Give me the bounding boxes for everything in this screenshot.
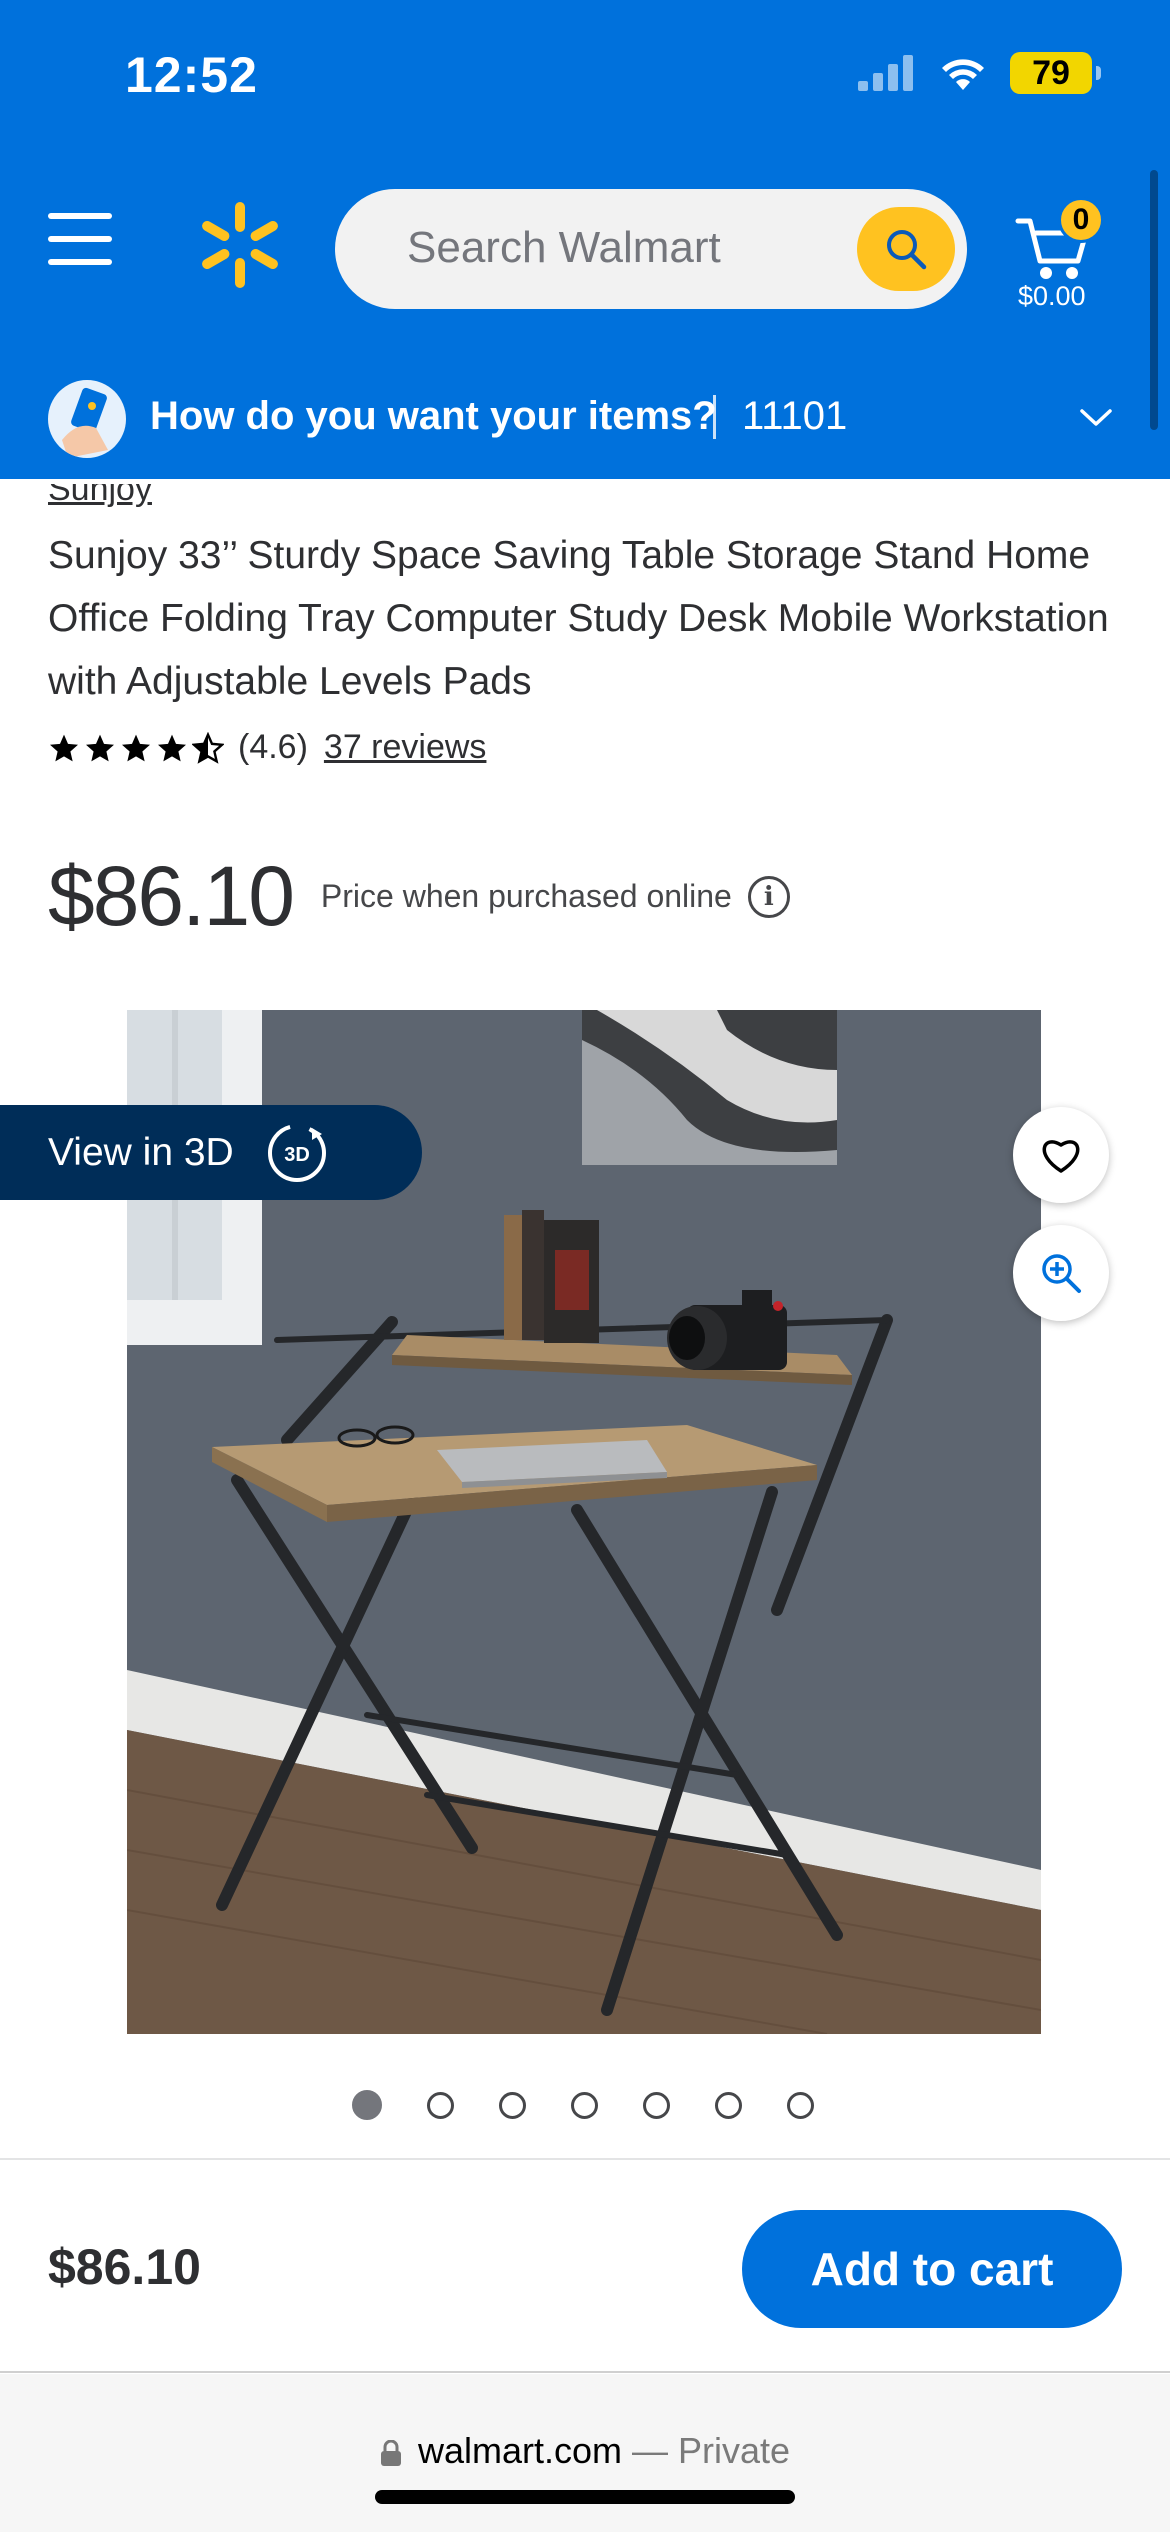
- 3d-view-icon: 3D: [267, 1123, 326, 1182]
- search-input[interactable]: Search Walmart: [335, 189, 967, 309]
- price-note: Price when purchased online: [320, 878, 732, 914]
- home-indicator[interactable]: [375, 2490, 795, 2504]
- image-carousel-dots: [352, 2090, 814, 2120]
- nav-row: Search Walmart 0 $0.00: [0, 185, 1170, 315]
- product-price: $86.10: [48, 849, 295, 943]
- zip-code: 11101: [742, 394, 848, 438]
- star-icon: [158, 734, 186, 761]
- fulfillment-prompt: How do you want your items?: [150, 394, 717, 438]
- cart-count-badge: 0: [1058, 197, 1104, 243]
- lock-icon: [380, 2440, 401, 2467]
- svg-text:3D: 3D: [284, 1144, 310, 1166]
- status-icons: 79: [858, 52, 1101, 94]
- status-time: 12:52: [125, 47, 258, 103]
- search-icon: [887, 230, 927, 270]
- star-icon: [50, 734, 78, 761]
- cellular-signal-icon: [858, 55, 913, 91]
- heart-icon: [1042, 1140, 1080, 1173]
- zoom-button[interactable]: [1013, 1225, 1109, 1321]
- carousel-dot[interactable]: [787, 2091, 814, 2119]
- status-bar: 12:52 79: [0, 0, 1170, 150]
- spark-logo-icon[interactable]: [195, 200, 285, 290]
- fulfillment-icon: [48, 380, 126, 458]
- url-display: walmart.com — Private: [0, 2430, 1170, 2472]
- zoom-icon: [1042, 1254, 1081, 1293]
- browser-url-bar[interactable]: walmart.com — Private: [0, 2374, 1170, 2532]
- carousel-dot[interactable]: [715, 2091, 742, 2119]
- info-icon[interactable]: i: [747, 875, 790, 918]
- view-in-3d-button[interactable]: View in 3D 3D: [0, 1105, 422, 1200]
- carousel-dot[interactable]: [427, 2091, 454, 2119]
- star-icon: [86, 734, 114, 761]
- rating-value: (4.6): [238, 728, 308, 766]
- add-to-cart-button[interactable]: Add to cart: [742, 2210, 1122, 2328]
- header: 12:52 79 Search Walmart 0 $0.00 How do y…: [0, 0, 1170, 479]
- url-private-label: — Private: [621, 2430, 791, 2471]
- url-domain: walmart.com: [417, 2430, 622, 2471]
- divider: [713, 395, 716, 439]
- carousel-dot[interactable]: [499, 2091, 526, 2119]
- product-title: Sunjoy 33’’ Sturdy Space Saving Table St…: [48, 534, 1109, 703]
- menu-icon: [48, 213, 112, 219]
- menu-button[interactable]: [48, 213, 120, 273]
- price-row: $86.10 Price when purchased online i: [48, 848, 790, 945]
- reviews-link[interactable]: 37 reviews: [324, 728, 487, 767]
- scrollbar[interactable]: [1150, 170, 1158, 430]
- chevron-down-icon: [1080, 409, 1112, 426]
- carousel-dot[interactable]: [643, 2091, 670, 2119]
- view-in-3d-label: View in 3D: [48, 1130, 234, 1174]
- carousel-dot[interactable]: [571, 2091, 598, 2119]
- cart-total: $0.00: [1018, 281, 1086, 311]
- sticky-purchase-bar: $86.10 Add to cart: [0, 2158, 1170, 2373]
- star-icon: [122, 734, 150, 761]
- carousel-dot[interactable]: [352, 2090, 382, 2120]
- cart-button[interactable]: 0 $0.00: [1010, 197, 1130, 311]
- fulfillment-selector[interactable]: How do you want your items? 11101: [0, 380, 1170, 479]
- search-placeholder: Search Walmart: [407, 223, 721, 272]
- wifi-icon: [942, 59, 984, 90]
- star-half-icon: [192, 731, 224, 764]
- search-button[interactable]: [857, 207, 955, 291]
- battery-indicator: 79: [1010, 52, 1101, 94]
- star-rating: [48, 731, 224, 764]
- rating-row: (4.6) 37 reviews: [48, 728, 486, 767]
- favorite-button[interactable]: [1013, 1107, 1109, 1203]
- sticky-price: $86.10: [48, 2239, 201, 2295]
